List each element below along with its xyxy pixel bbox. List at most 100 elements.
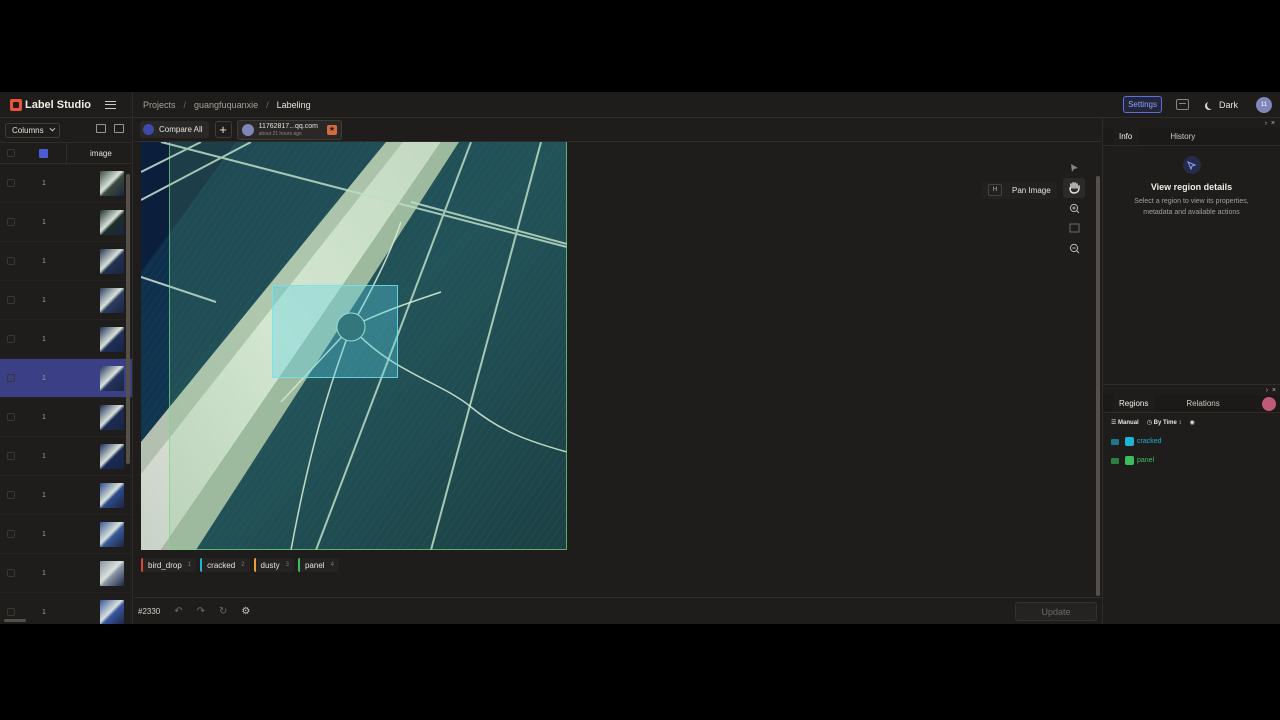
grid-icon[interactable] [39,148,48,158]
star-icon[interactable]: ★ [327,124,337,135]
info-description: Select a region to view its properties, … [1134,198,1249,216]
row-checkbox[interactable] [7,179,15,187]
task-row[interactable]: 1 [0,164,132,203]
image-thumbnail [100,600,124,624]
task-row[interactable]: 1 [0,398,132,437]
menu-icon[interactable] [105,100,116,109]
task-row[interactable]: 1 [0,437,132,476]
breadcrumb-current: Labeling [276,99,311,110]
annotation-tab[interactable]: 11762817...qq.com about 21 hours ago ★ [236,119,342,140]
redo-icon[interactable]: ↷ [197,606,205,617]
row-checkbox[interactable] [7,608,15,616]
pan-tool[interactable] [1063,178,1085,198]
row-count: 1 [42,374,46,382]
add-annotation-button[interactable]: + [214,121,232,138]
update-button[interactable]: Update [1015,602,1097,621]
tab-regions[interactable]: Regions [1113,395,1155,412]
tab-relations[interactable]: Relations [1180,395,1225,412]
task-row[interactable]: 1 [0,242,132,281]
label-chip[interactable]: cracked 2 [200,558,250,572]
row-checkbox[interactable] [7,452,15,460]
labeling-app: Label Studio Projects / guangfuquanxie /… [0,91,1280,624]
keyboard-shortcuts-icon[interactable] [1175,99,1189,110]
image-column-header[interactable]: image [90,149,112,158]
theme-label: Dark [1218,99,1238,110]
label-chip[interactable]: bird_drop 1 [141,558,197,572]
region-label-badge [1125,456,1134,465]
row-count: 1 [42,491,46,499]
bottom-toolbar: #2330 ↶ ↷ ↻ ⚙ Update [134,597,1101,624]
info-tabs: Info History [1103,128,1280,146]
reset-icon[interactable]: ↻ [219,606,227,617]
row-checkbox[interactable] [7,296,15,304]
list-vertical-scrollbar[interactable] [126,174,130,464]
task-row[interactable]: 1 [0,320,132,359]
region-filters: ☰ Manual ◷ By Time ↕ ◉ [1103,413,1280,432]
filter-by-time[interactable]: ◷ By Time ↕ [1147,419,1182,426]
row-checkbox[interactable] [7,335,15,343]
row-checkbox[interactable] [7,257,15,265]
canvas-scrollbar[interactable] [1096,176,1100,596]
fit-icon [1069,223,1079,233]
task-row[interactable]: 1 [0,203,132,242]
label-name: dusty [260,560,280,570]
breadcrumb-project[interactable]: guangfuquanxie [194,100,258,110]
columns-label: Columns [12,125,44,135]
region-label: panel [1137,457,1155,464]
grid-view-icon[interactable] [114,124,124,133]
label-chip[interactable]: dusty 3 [253,558,294,572]
zoom-in-icon [1069,203,1079,213]
eye-icon[interactable]: ◉ [1190,419,1195,426]
region-item[interactable]: cracked [1103,432,1280,451]
row-checkbox[interactable] [7,569,15,577]
task-row[interactable]: 1 [0,359,132,398]
select-tool[interactable] [1063,158,1085,178]
image-thumbnail [100,288,124,313]
region-item[interactable]: panel [1103,451,1280,470]
rectangle-icon [1111,438,1119,445]
panel-controls[interactable]: › × [1103,118,1280,128]
image-thumbnail [100,366,124,391]
settings-sliders-icon[interactable]: ⚙ [241,606,250,617]
annotator-name: 11762817...qq.com [258,122,318,130]
list-horizontal-scrollbar[interactable] [4,619,26,622]
tool-strip [1063,158,1085,258]
columns-button[interactable]: Columns [5,122,60,138]
select-all-checkbox[interactable] [7,149,15,157]
tab-history[interactable]: History [1164,128,1201,145]
image-thumbnail [100,522,124,547]
label-chip[interactable]: panel 4 [297,558,339,572]
row-checkbox[interactable] [7,530,15,538]
task-row[interactable]: 1 [0,554,132,593]
list-view-icon[interactable] [96,124,106,133]
task-row[interactable]: 1 [0,476,132,515]
compare-all-button[interactable]: Compare All [140,121,209,138]
row-checkbox[interactable] [7,218,15,226]
task-row[interactable]: 1 [0,515,132,554]
compare-label: Compare All [159,125,203,134]
fit-image-tool[interactable] [1063,218,1085,238]
regions-panel: › × Regions Relations ☰ Manual ◷ By Time… [1103,384,1280,624]
filter-manual[interactable]: ☰ Manual [1111,419,1139,426]
cracked-region-box[interactable] [272,285,398,378]
zoom-in-tool[interactable] [1063,198,1085,218]
user-avatar[interactable]: 11 [1256,96,1272,113]
breadcrumb-projects[interactable]: Projects [143,100,176,110]
zoom-out-tool[interactable] [1063,238,1085,258]
image-canvas[interactable] [141,142,567,550]
row-count: 1 [42,296,46,304]
row-checkbox[interactable] [7,491,15,499]
image-thumbnail [100,171,124,196]
settings-button[interactable]: Settings [1123,96,1162,113]
theme-toggle[interactable]: Dark [1205,100,1238,110]
row-count: 1 [42,608,46,616]
tab-info[interactable]: Info [1113,128,1139,145]
task-row[interactable]: 1 [0,281,132,320]
panel-controls[interactable]: › × [1103,385,1280,395]
row-checkbox[interactable] [7,374,15,382]
row-count: 1 [42,530,46,538]
undo-icon[interactable]: ↶ [174,606,182,617]
regions-tabs: Regions Relations [1103,395,1280,413]
top-bar: Label Studio Projects / guangfuquanxie /… [0,91,1280,118]
row-checkbox[interactable] [7,413,15,421]
